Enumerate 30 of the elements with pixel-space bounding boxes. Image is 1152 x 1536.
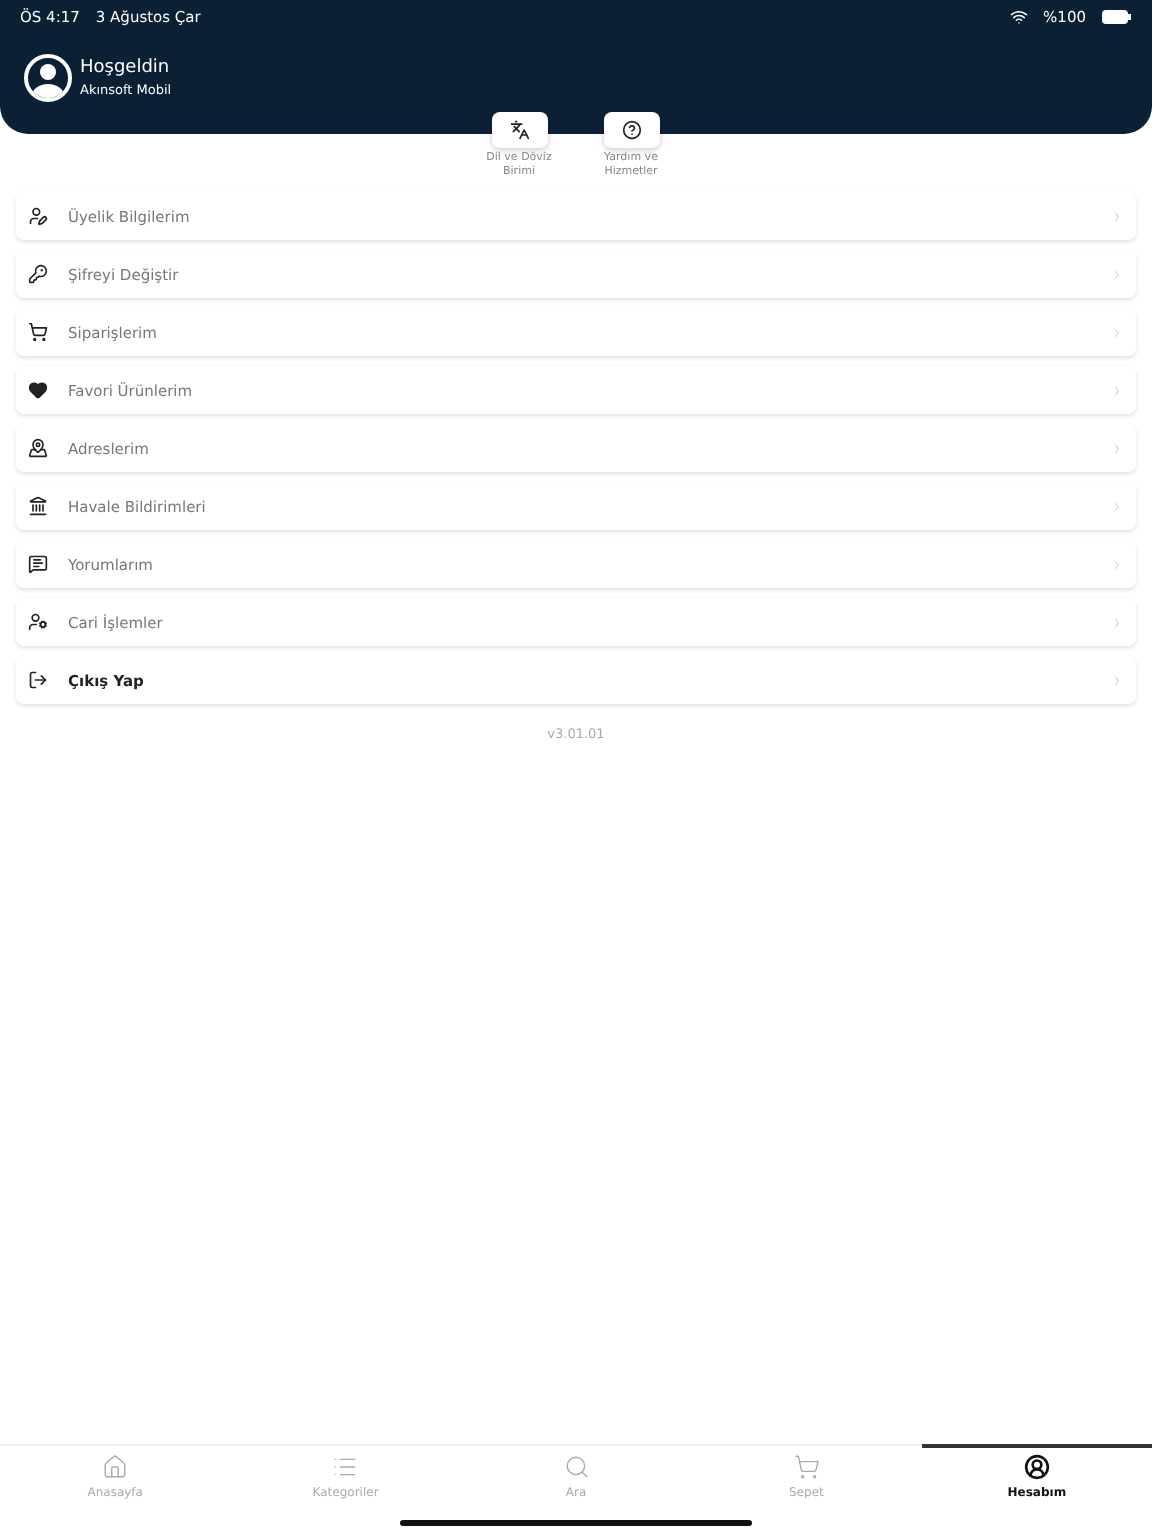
- map-pin-icon: [28, 438, 48, 458]
- comment-icon: [28, 554, 48, 574]
- chevron-icon: [1110, 267, 1124, 281]
- heart-icon: [28, 380, 48, 400]
- chevron-icon: [1110, 499, 1124, 513]
- bank-icon: [28, 496, 48, 516]
- search-icon: [563, 1454, 589, 1480]
- battery-icon: [1102, 9, 1132, 23]
- language-button[interactable]: [491, 112, 547, 148]
- user-gear-icon: [28, 612, 48, 632]
- help-icon: [621, 120, 641, 140]
- chevron-icon: [1110, 383, 1124, 397]
- chevron-icon: [1110, 325, 1124, 339]
- cart-icon: [793, 1454, 820, 1480]
- chevron-icon: [1110, 209, 1124, 223]
- chevron-icon: [1110, 673, 1124, 687]
- chevron-icon: [1110, 557, 1124, 571]
- chevron-icon: [1110, 441, 1124, 455]
- user-edit-icon: [28, 206, 48, 226]
- logout-icon: [28, 670, 48, 690]
- greeting-title: Hoşgeldin: [80, 58, 172, 78]
- translate-icon: [509, 120, 529, 140]
- wifi-icon: [1009, 7, 1028, 25]
- home-icon: [102, 1454, 129, 1480]
- user-icon: [1023, 1454, 1050, 1480]
- help-button[interactable]: [603, 112, 659, 148]
- chevron-icon: [1110, 615, 1124, 629]
- key-icon: [28, 264, 48, 284]
- cart-icon: [28, 322, 48, 342]
- avatar-icon: [24, 54, 72, 102]
